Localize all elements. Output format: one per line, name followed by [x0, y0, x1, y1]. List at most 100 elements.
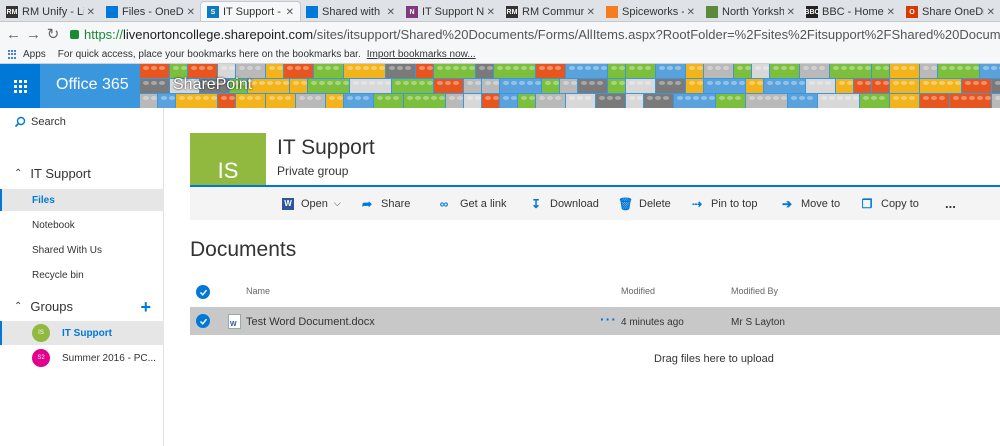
- forward-icon[interactable]: →: [26, 26, 41, 43]
- tab-close-icon[interactable]: ✕: [87, 7, 95, 18]
- command-bar: W Open ⌵ ➦ Share ∞ Get a link ↧ Download…: [190, 187, 1000, 220]
- lego-stud: [829, 96, 835, 100]
- lego-stud: [629, 81, 635, 85]
- move-to-button[interactable]: ➔ Move to: [780, 187, 840, 220]
- nav-item-notebook[interactable]: Notebook: [0, 214, 164, 236]
- apps-link[interactable]: Apps: [23, 49, 46, 60]
- address-bar[interactable]: https://livenortoncollege.sharepoint.com…: [84, 27, 1000, 42]
- tab-close-icon[interactable]: ✕: [387, 7, 395, 18]
- browser-tab[interactable]: O Share OneDr ✕: [900, 2, 1000, 21]
- lego-stud: [285, 96, 291, 100]
- tab-close-icon[interactable]: ✕: [587, 7, 595, 18]
- tab-favicon-icon: N: [406, 6, 418, 18]
- lego-stud: [325, 66, 331, 70]
- back-icon[interactable]: ←: [6, 26, 21, 43]
- modified-by-value[interactable]: Mr S Layton: [731, 317, 785, 328]
- table-row[interactable]: W Test Word Document.docx ··· 4 minutes …: [190, 307, 1000, 335]
- tab-title: Files - OneDr: [122, 6, 184, 18]
- import-bookmarks-link[interactable]: Import bookmarks now...: [367, 49, 476, 60]
- lego-stud: [857, 66, 863, 70]
- download-button[interactable]: ↧ Download: [529, 187, 599, 220]
- groups-header[interactable]: ⌃ Groups: [14, 299, 73, 314]
- browser-tab[interactable]: BBC BBC - Home ✕: [800, 2, 901, 21]
- lego-stud: [569, 66, 575, 70]
- lego-stud: [749, 81, 755, 85]
- tab-close-icon[interactable]: ✕: [687, 7, 695, 18]
- nav-item-files[interactable]: Files: [0, 189, 164, 211]
- tab-close-icon[interactable]: ✕: [787, 7, 795, 18]
- lego-stud: [143, 96, 149, 100]
- lego-stud: [803, 66, 809, 70]
- browser-tab[interactable]: Shared with ✕: [300, 2, 401, 21]
- delete-button[interactable]: 🗑 Delete: [618, 187, 671, 220]
- more-options-icon[interactable]: ···: [600, 311, 617, 327]
- lego-stud: [825, 81, 831, 85]
- tab-close-icon[interactable]: ✕: [487, 7, 495, 18]
- group-item-it-support[interactable]: IS IT Support: [0, 321, 164, 345]
- tab-close-icon[interactable]: ✕: [887, 7, 895, 18]
- browser-tab[interactable]: North Yorksh ✕: [700, 2, 801, 21]
- app-launcher-button[interactable]: [0, 64, 40, 108]
- nav-item-shared-with-us[interactable]: Shared With Us: [0, 239, 164, 261]
- share-button[interactable]: ➦ Share: [360, 187, 410, 220]
- browser-tab[interactable]: Files - OneDr ✕: [100, 2, 201, 21]
- add-group-icon[interactable]: +: [140, 297, 151, 318]
- site-title[interactable]: IT Support: [277, 136, 375, 160]
- library-title[interactable]: Documents: [190, 238, 296, 262]
- lego-stud: [395, 81, 401, 85]
- browser-tab[interactable]: S IT Support - L✕: [200, 1, 301, 21]
- lego-stud: [211, 96, 217, 100]
- lego-stud: [757, 81, 763, 85]
- nav-item-label: Files: [32, 194, 55, 206]
- apps-grid-icon[interactable]: [8, 49, 18, 60]
- browser-tab[interactable]: RM RM Unify - Li ✕: [0, 2, 101, 21]
- lego-stud: [467, 81, 473, 85]
- lego-stud: [923, 81, 929, 85]
- search-box[interactable]: Search: [14, 116, 66, 128]
- file-name-link[interactable]: Test Word Document.docx: [246, 316, 375, 328]
- get-link-button[interactable]: ∞ Get a link: [435, 187, 507, 220]
- lego-stud: [723, 66, 729, 70]
- lego-stud: [333, 66, 339, 70]
- link-icon: ∞: [439, 196, 449, 211]
- lego-stud: [347, 96, 353, 100]
- pin-to-top-button[interactable]: ⇢ Pin to top: [690, 187, 758, 220]
- reload-icon[interactable]: ↻: [46, 25, 60, 43]
- sharepoint-app-name[interactable]: SharePoint: [173, 76, 252, 94]
- lego-stud: [239, 66, 245, 70]
- browser-tab[interactable]: RM RM Commun ✕: [500, 2, 601, 21]
- bookmarks-message: For quick access, place your bookmarks h…: [57, 49, 361, 60]
- nav-item-label: Recycle bin: [32, 269, 84, 281]
- column-header-name[interactable]: Name: [246, 286, 270, 296]
- lego-stud: [697, 66, 703, 70]
- lego-stud: [247, 96, 253, 100]
- lego-stud: [161, 96, 167, 100]
- site-nav-header[interactable]: ⌃ IT Support: [14, 166, 91, 181]
- lego-stud: [283, 81, 289, 85]
- copy-to-button[interactable]: ❐ Copy to: [860, 187, 919, 220]
- column-header-modified-by[interactable]: Modified By: [731, 286, 778, 296]
- lego-stud: [981, 81, 987, 85]
- office365-brand[interactable]: Office 365: [56, 76, 129, 94]
- pin-icon: ⇢: [691, 196, 703, 211]
- tab-close-icon[interactable]: ✕: [987, 7, 995, 18]
- group-item-summer-2016[interactable]: S2 Summer 2016 - PC...: [0, 346, 164, 370]
- lego-stud: [427, 66, 433, 70]
- more-button[interactable]: ...: [945, 187, 956, 220]
- tab-close-icon[interactable]: ✕: [187, 7, 195, 18]
- column-header-modified[interactable]: Modified: [621, 286, 655, 296]
- lego-stud: [247, 66, 253, 70]
- lego-stud: [307, 96, 313, 100]
- lego-stud: [445, 66, 451, 70]
- lego-stud: [655, 96, 661, 100]
- tab-close-icon[interactable]: ✕: [286, 7, 294, 18]
- row-checkbox[interactable]: [196, 314, 210, 328]
- nav-item-recycle-bin[interactable]: Recycle bin: [0, 264, 164, 286]
- tab-favicon-icon: [706, 6, 718, 18]
- lego-stud: [723, 81, 729, 85]
- browser-tab[interactable]: Spiceworks - ✕: [600, 2, 701, 21]
- browser-tab[interactable]: N IT Support N ✕: [400, 2, 501, 21]
- lego-stud: [319, 81, 325, 85]
- open-button[interactable]: W Open ⌵: [282, 187, 341, 220]
- select-all-checkbox[interactable]: [196, 285, 210, 299]
